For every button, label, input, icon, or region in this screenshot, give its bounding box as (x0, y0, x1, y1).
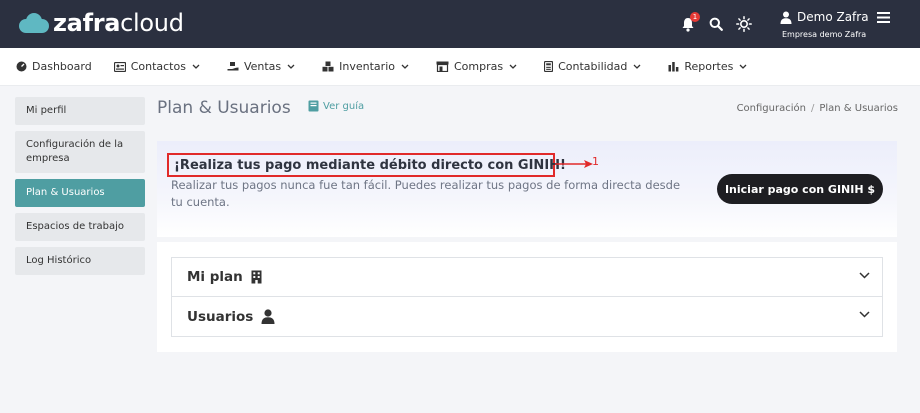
nav-reportes[interactable]: Reportes (668, 60, 752, 73)
start-ginih-payment-button[interactable]: Iniciar pago con GINIH $ (717, 174, 883, 204)
bar-chart-icon (668, 62, 679, 72)
nav-compras[interactable]: Compras (436, 60, 522, 73)
page-title: Plan & Usuarios (157, 98, 291, 118)
breadcrumb-parent[interactable]: Configuración (737, 103, 806, 114)
user-menu[interactable]: Demo Zafra Empresa demo Zafra (780, 8, 900, 39)
contact-card-icon (113, 61, 126, 72)
banner-title: ¡Realiza tus pago mediante débito direct… (174, 158, 566, 173)
user-name: Demo Zafra (797, 10, 869, 24)
nav-dashboard[interactable]: Dashboard (16, 60, 92, 73)
chevron-down-icon (509, 64, 517, 69)
sidebar-item-espacios-trabajo[interactable]: Espacios de trabajo (15, 213, 145, 241)
accordion-mi-plan[interactable]: Mi plan (171, 257, 883, 297)
cloud-logo-icon (19, 13, 49, 33)
notification-badge: 1 (690, 12, 700, 22)
view-guide-link[interactable]: Ver guía (308, 100, 364, 112)
notifications-button[interactable]: 1 (676, 12, 700, 36)
chevron-down-icon (859, 272, 870, 279)
sun-icon (736, 16, 752, 32)
company-name: Empresa demo Zafra (782, 30, 867, 39)
building-icon (251, 270, 262, 284)
gauge-icon (16, 61, 27, 72)
breadcrumb: Configuración / Plan & Usuarios (736, 103, 898, 114)
accordion-label: Mi plan (187, 269, 243, 285)
chevron-down-icon (192, 64, 200, 69)
top-bar: zafracloud 1 Demo Zafra Empresa demo Zaf… (0, 0, 920, 48)
brand-name: zafracloud (53, 9, 184, 37)
book-icon (308, 100, 319, 112)
main-nav: Dashboard Contactos Ventas Inventario Co… (0, 48, 920, 86)
breadcrumb-current: Plan & Usuarios (819, 103, 898, 114)
theme-toggle-button[interactable] (732, 12, 756, 36)
sidebar-item-configuracion-empresa[interactable]: Configuración de la empresa (15, 131, 145, 173)
search-icon (709, 17, 723, 31)
chevron-down-icon (739, 64, 747, 69)
annotation-arrow-icon (555, 160, 593, 168)
chevron-down-icon (633, 64, 641, 69)
chevron-down-icon (859, 311, 870, 318)
nav-contabilidad[interactable]: Contabilidad (544, 60, 646, 73)
sidebar-item-log-historico[interactable]: Log Histórico (15, 247, 145, 275)
chevron-down-icon (287, 64, 295, 69)
nav-ventas[interactable]: Ventas (227, 60, 300, 73)
user-icon (261, 309, 275, 324)
brand-logo[interactable]: zafracloud (16, 8, 184, 38)
boxes-icon (322, 61, 334, 72)
plan-users-panel: Mi plan Usuarios (157, 242, 897, 352)
payment-banner: ¡Realiza tus pago mediante débito direct… (157, 141, 897, 237)
chevron-down-icon (401, 64, 409, 69)
sidebar-item-plan-usuarios[interactable]: Plan & Usuarios (15, 179, 145, 207)
accordion-label: Usuarios (187, 308, 254, 325)
sidebar-item-mi-perfil[interactable]: Mi perfil (15, 97, 145, 125)
settings-sidebar: Mi perfil Configuración de la empresa Pl… (15, 97, 145, 281)
store-icon (436, 61, 449, 72)
hand-cart-icon (227, 62, 239, 71)
user-icon (780, 11, 792, 24)
annotation-number: 1 (592, 155, 599, 168)
annotation-highlight-box: ¡Realiza tus pago mediante débito direct… (167, 153, 566, 177)
search-button[interactable] (704, 12, 728, 36)
nav-contactos[interactable]: Contactos (113, 60, 205, 73)
hamburger-menu-icon[interactable] (876, 11, 890, 23)
banner-description: Realizar tus pagos nunca fue tan fácil. … (171, 178, 681, 209)
ledger-icon (544, 61, 554, 72)
nav-inventario[interactable]: Inventario (322, 60, 414, 73)
accordion-usuarios[interactable]: Usuarios (171, 297, 883, 337)
